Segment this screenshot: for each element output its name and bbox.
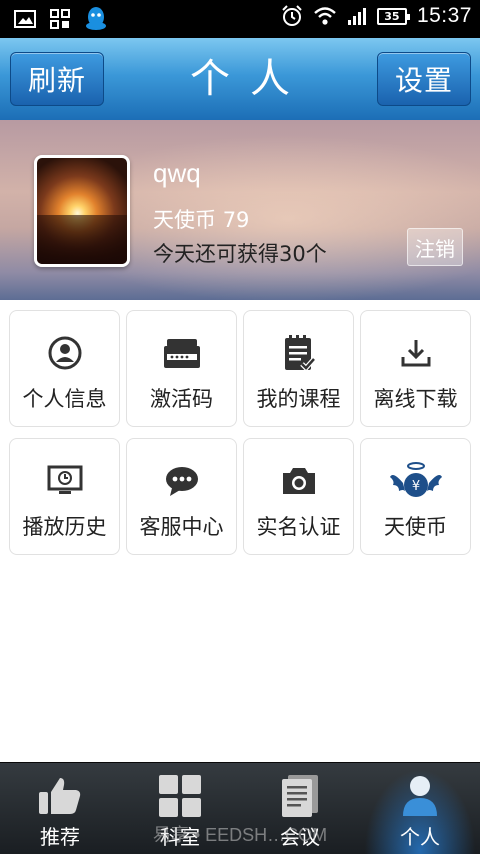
download-icon: [401, 340, 430, 367]
tile-identity-verification[interactable]: 实名认证: [243, 438, 354, 555]
profile-banner: qwq 天使币 79 今天还可获得30个 注销: [0, 120, 480, 300]
tile-customer-service[interactable]: 客服中心: [126, 438, 237, 555]
function-grid: 个人信息 激活码 我的课程 离线下载 播放历史 客服中心 实名认证 ¥ 天使币: [9, 310, 472, 555]
tile-label: 天使币: [384, 515, 447, 539]
tile-label: 实名认证: [256, 515, 341, 539]
card-icon: [163, 339, 200, 368]
qq-icon: [86, 7, 106, 30]
coin-balance: 天使币 79: [153, 204, 249, 234]
watermark: 易享 • EEDSH…COM: [152, 825, 328, 845]
tile-personal-info[interactable]: 个人信息: [9, 310, 120, 427]
signal-icon: [347, 8, 366, 25]
notebook-icon: [284, 335, 316, 372]
bottom-nav: 推荐 科室 会议 个人 易享 • EEDSH…COM: [0, 762, 480, 854]
nav-label: 推荐: [40, 825, 80, 849]
svg-text:¥: ¥: [411, 479, 419, 494]
image-icon: [14, 10, 36, 28]
nav-tab-recommend[interactable]: 推荐: [0, 763, 120, 854]
tile-offline-download[interactable]: 离线下载: [360, 310, 471, 427]
tile-angel-coins[interactable]: ¥ 天使币: [360, 438, 471, 555]
nav-tab-personal[interactable]: 个人: [360, 763, 480, 854]
logout-button[interactable]: 注销: [407, 228, 463, 266]
tile-activation-code[interactable]: 激活码: [126, 310, 237, 427]
status-bar-right: 35 15:37: [281, 4, 472, 28]
angel-coin-icon: ¥: [389, 462, 442, 497]
grid-icon: [159, 775, 201, 817]
settings-button[interactable]: 设置: [377, 52, 471, 106]
nav-label: 个人: [400, 825, 440, 849]
tile-label: 离线下载: [373, 387, 458, 411]
tile-label: 客服中心: [139, 515, 224, 539]
person-icon: [403, 776, 437, 816]
app-header: 个人 刷新 设置: [0, 38, 480, 120]
monitor-history-icon: [47, 465, 82, 494]
app-screen: 35 15:37 个人 刷新 设置 qwq 天使币 79 今天还可获得30个 注…: [0, 0, 480, 854]
avatar[interactable]: [34, 155, 130, 267]
battery-level: 35: [384, 9, 400, 23]
user-icon: [48, 336, 81, 370]
coin-value: 79: [222, 208, 250, 232]
username: qwq: [153, 158, 201, 188]
status-bar-left: [14, 6, 108, 32]
alarm-icon: [282, 5, 302, 26]
clock: 15:37: [416, 4, 472, 27]
document-icon: [282, 775, 318, 817]
tile-label: 我的课程: [256, 387, 341, 411]
wifi-icon: [314, 7, 336, 25]
tile-my-courses[interactable]: 我的课程: [243, 310, 354, 427]
refresh-button[interactable]: 刷新: [10, 52, 104, 106]
chat-icon: [165, 467, 198, 496]
daily-earn-text: 今天还可获得30个: [153, 242, 327, 266]
tile-label: 激活码: [150, 387, 213, 411]
tile-play-history[interactable]: 播放历史: [9, 438, 120, 555]
coin-label: 天使币: [153, 208, 216, 232]
battery-icon: 35: [376, 7, 410, 25]
thumbs-up-icon: [39, 778, 81, 814]
grid-icon: [50, 9, 70, 29]
tile-label: 播放历史: [22, 515, 107, 539]
camera-icon: [282, 468, 315, 494]
tile-label: 个人信息: [22, 387, 107, 411]
status-bar: 35 15:37: [0, 0, 480, 38]
